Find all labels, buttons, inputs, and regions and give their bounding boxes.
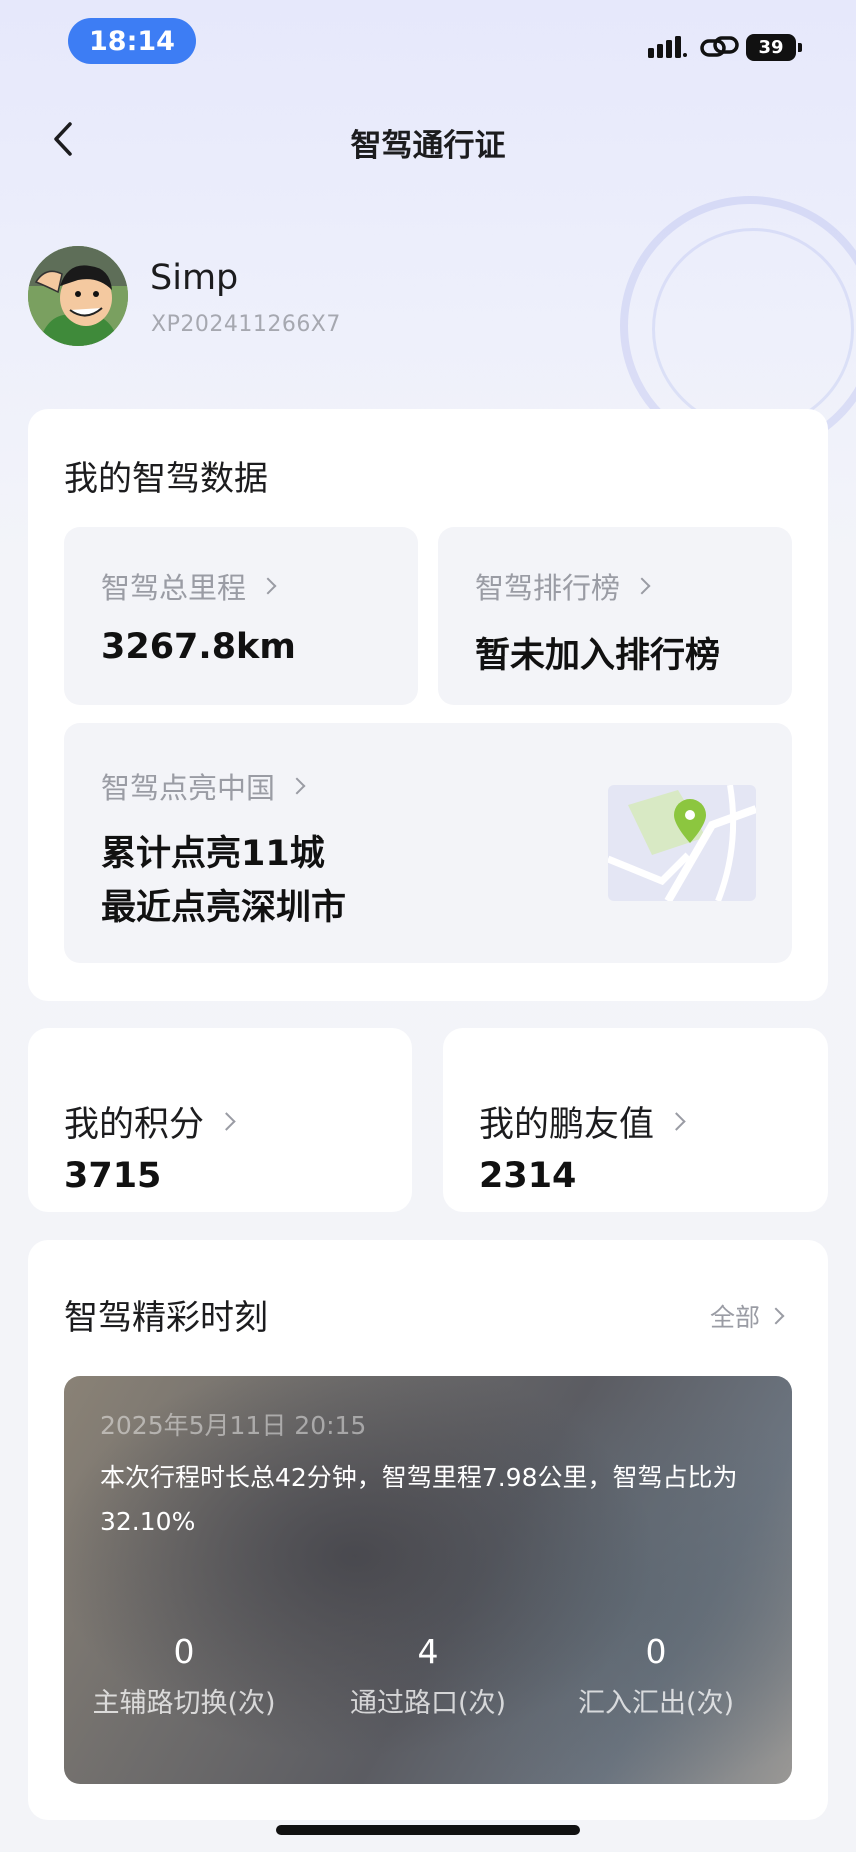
moment-date: 2025年5月11日 20:15 [100,1411,367,1440]
stat-value: 4 [417,1632,439,1671]
page-title: 智驾通行证 [350,128,506,164]
friend-value-card[interactable]: 我的鹏友值 2314 [443,1028,828,1212]
status-time: 18:14 [68,18,196,64]
chevron-right-icon [767,1307,785,1325]
chevron-right-icon [633,577,651,595]
stat-merge: 0 汇入汇出(次) [536,1632,776,1720]
points-card[interactable]: 我的积分 3715 [28,1028,412,1212]
points-label-row: 我的积分 [64,1096,236,1147]
ranking-label: 智驾排行榜 [475,571,621,605]
ranking-label-row: 智驾排行榜 [475,565,651,607]
link-icon [700,36,739,57]
ranking-tile[interactable]: 智驾排行榜 暂未加入排行榜 [438,527,792,705]
home-indicator [276,1825,580,1835]
latest-lit-city: 最近点亮深圳市 [101,888,347,928]
chevron-right-icon [259,577,277,595]
chevron-right-icon [288,777,306,795]
user-name: Simp [150,258,239,298]
stat-intersections: 4 通过路口(次) [308,1632,548,1720]
user-id: XP202411266X7 [151,312,341,337]
ranking-value: 暂未加入排行榜 [475,636,721,676]
stat-value: 0 [645,1632,667,1671]
view-all-label: 全部 [709,1303,760,1332]
profile-header: Simp XP202411266X7 [28,246,528,346]
total-mileage-value: 3267.8km [101,627,296,667]
avatar[interactable] [28,246,128,346]
moment-summary: 本次行程时长总42分钟，智驾里程7.98公里，智驾占比为32.10% [100,1463,738,1536]
total-mileage-tile[interactable]: 智驾总里程 3267.8km [64,527,418,705]
avatar-image [28,246,128,346]
stat-label: 通过路口(次) [349,1688,507,1719]
moments-card: 智驾精彩时刻 全部 2025年5月11日 20:15 本次行程时长总42分钟，智… [28,1240,828,1820]
view-all-link[interactable]: 全部 [709,1298,785,1334]
points-value: 3715 [64,1156,162,1196]
lit-cities-count: 累计点亮11城 [101,834,325,874]
friend-value-label-row: 我的鹏友值 [479,1096,686,1147]
friend-value-label: 我的鹏友值 [479,1105,655,1145]
smart-driving-data-card: 我的智驾数据 智驾总里程 3267.8km 智驾排行榜 暂未加入排行榜 智驾点亮… [28,409,828,1001]
battery-indicator: 39 [746,34,802,61]
light-china-label-row: 智驾点亮中国 [101,765,306,807]
status-bar: 18:14 39 [0,0,856,90]
light-china-label: 智驾点亮中国 [101,771,276,805]
section-title: 智驾精彩时刻 [64,1298,268,1338]
nav-bar: 智驾通行证 [0,100,856,180]
points-label: 我的积分 [64,1105,205,1145]
stat-main-side-road: 0 主辅路切换(次) [64,1632,304,1720]
friend-value-value: 2314 [479,1156,577,1196]
moment-card[interactable]: 2025年5月11日 20:15 本次行程时长总42分钟，智驾里程7.98公里，… [64,1376,792,1784]
light-china-tile[interactable]: 智驾点亮中国 累计点亮11城 最近点亮深圳市 [64,723,792,963]
stat-label: 汇入汇出(次) [577,1688,735,1719]
total-mileage-label-row: 智驾总里程 [101,565,277,607]
map-thumbnail-icon [608,785,756,901]
chevron-right-icon [667,1112,686,1131]
chevron-right-icon [217,1112,236,1131]
signal-icon [648,36,687,58]
total-mileage-label: 智驾总里程 [101,571,247,605]
stat-label: 主辅路切换(次) [92,1688,276,1719]
stat-value: 0 [173,1632,195,1671]
section-title: 我的智驾数据 [64,459,268,499]
